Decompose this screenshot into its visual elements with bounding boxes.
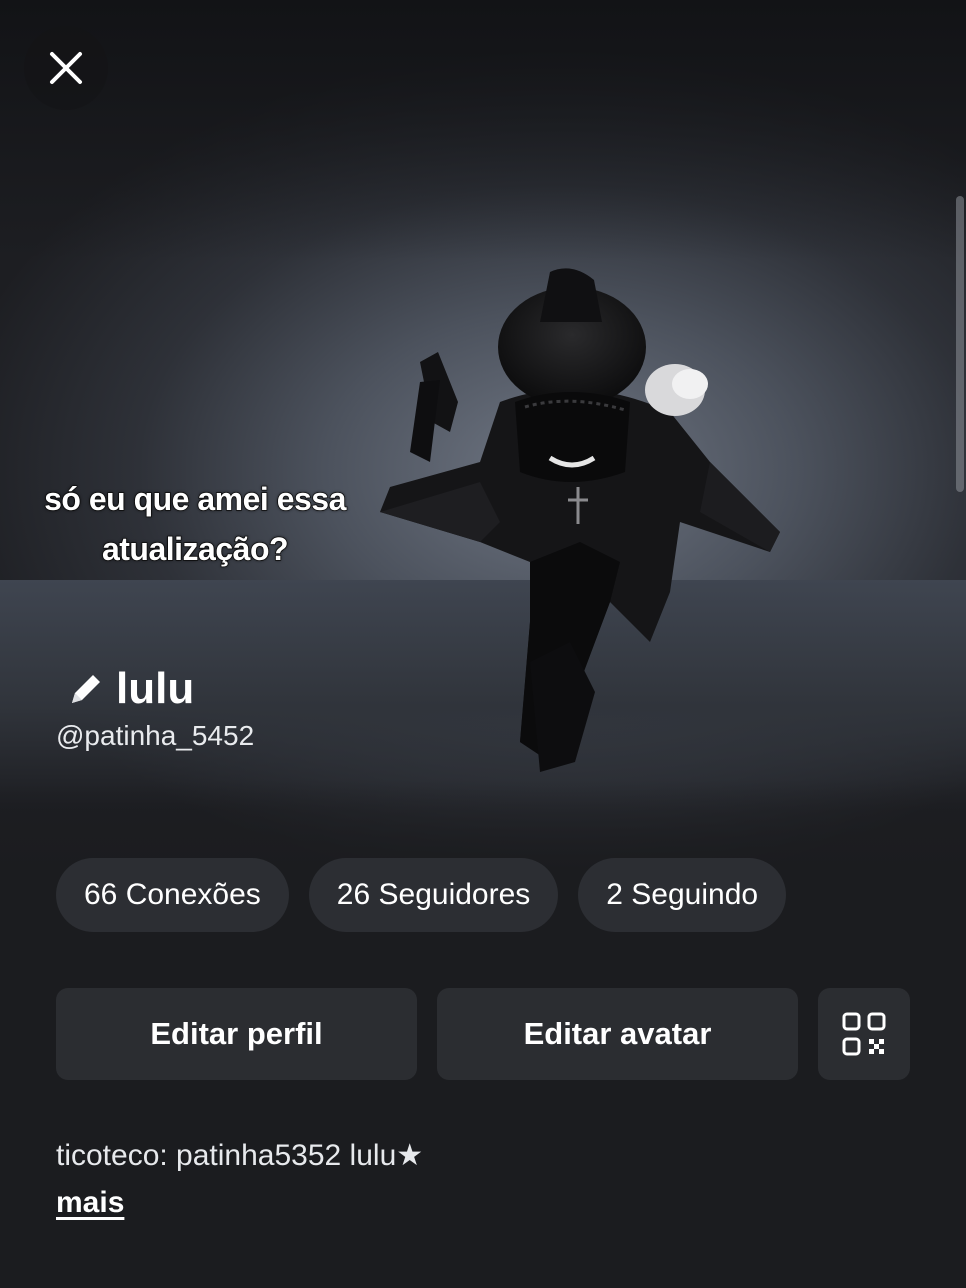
close-icon — [50, 52, 82, 84]
pencil-icon[interactable] — [66, 669, 106, 709]
close-button[interactable] — [24, 26, 108, 110]
edit-avatar-button[interactable]: Editar avatar — [437, 988, 798, 1080]
following-pill[interactable]: 2 Seguindo — [578, 858, 787, 932]
connections-pill[interactable]: 66 Conexões — [56, 858, 289, 932]
qr-code-icon — [842, 1012, 886, 1056]
profile-page: só eu que amei essa atualização? lulu @p… — [0, 0, 966, 1288]
username: @patinha_5452 — [56, 720, 255, 751]
bio-text: ticoteco: patinha5352 lulu★ — [56, 1139, 424, 1172]
avatar-caption: só eu que amei essa atualização? — [20, 474, 370, 574]
top-shade — [0, 0, 966, 260]
bio-more-link[interactable]: mais — [56, 1186, 124, 1220]
edit-profile-button[interactable]: Editar perfil — [56, 988, 417, 1080]
caption-line-2: atualização? — [101, 530, 289, 568]
avatar-figure[interactable] — [380, 262, 780, 782]
followers-pill[interactable]: 26 Seguidores — [308, 858, 559, 932]
actions-row: Editar perfil Editar avatar — [56, 988, 910, 1080]
stats-row: 66 Conexões 26 Seguidores 2 Seguindo — [56, 858, 787, 932]
scrollbar[interactable] — [956, 196, 964, 492]
caption-line-1: só eu que amei essa — [43, 480, 347, 518]
qr-code-button[interactable] — [818, 988, 910, 1080]
display-name: lulu — [116, 664, 195, 713]
display-name-row[interactable]: lulu — [66, 664, 194, 714]
